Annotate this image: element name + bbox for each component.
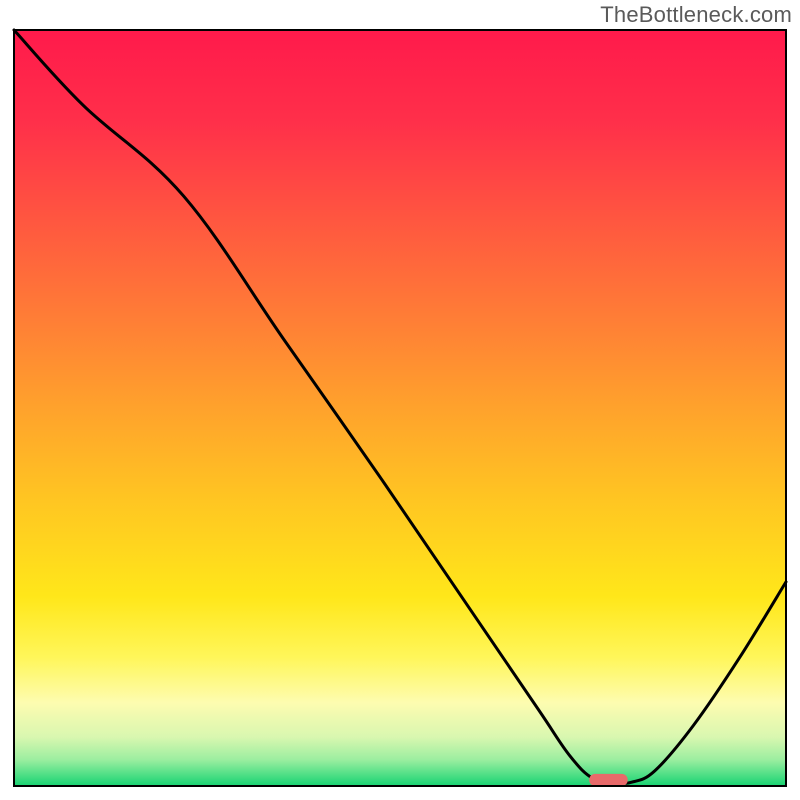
bottleneck-chart: TheBottleneck.com xyxy=(0,0,800,800)
optimal-region xyxy=(589,774,628,786)
chart-svg xyxy=(0,0,800,800)
